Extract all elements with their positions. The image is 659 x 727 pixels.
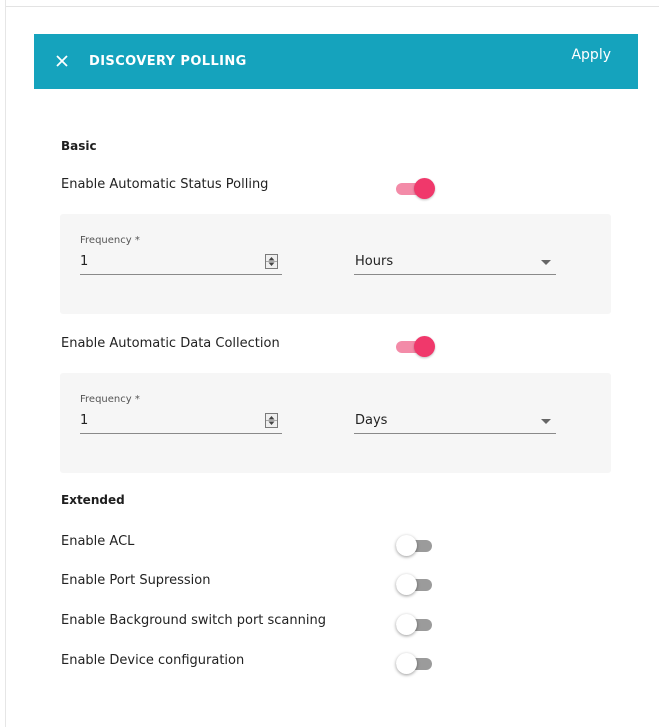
left-edge xyxy=(0,0,6,727)
status-polling-frequency-input[interactable]: 1 xyxy=(80,250,282,275)
section-title-basic: Basic xyxy=(61,139,97,153)
chevron-down-icon xyxy=(541,260,551,265)
frequency-stepper[interactable] xyxy=(265,254,278,269)
acl-label: Enable ACL xyxy=(61,534,135,549)
close-icon xyxy=(56,55,68,67)
toggle-thumb xyxy=(396,574,417,595)
toggle-thumb xyxy=(396,535,417,556)
close-button[interactable] xyxy=(52,51,72,71)
data-collection-unit-select[interactable]: Days xyxy=(354,409,556,434)
toggle-thumb xyxy=(396,614,417,635)
data-collection-frequency-panel: Frequency * 1 Days xyxy=(60,373,611,473)
status-polling-toggle[interactable] xyxy=(396,177,436,199)
stepper-arrows-icon xyxy=(266,416,277,425)
chevron-down-icon xyxy=(541,419,551,424)
background-scanning-label: Enable Background switch port scanning xyxy=(61,613,326,628)
frequency-value: 1 xyxy=(80,254,89,269)
dialog-header: DISCOVERY POLLING Apply xyxy=(34,34,638,89)
frequency-label: Frequency * xyxy=(80,235,140,246)
unit-value: Days xyxy=(355,413,388,428)
toggle-thumb xyxy=(414,178,435,199)
unit-value: Hours xyxy=(355,254,394,269)
frequency-label: Frequency * xyxy=(80,394,140,405)
status-polling-unit-select[interactable]: Hours xyxy=(354,250,556,275)
data-collection-toggle[interactable] xyxy=(396,335,436,357)
acl-toggle[interactable] xyxy=(396,534,436,556)
port-supression-toggle[interactable] xyxy=(396,573,436,595)
apply-button[interactable]: Apply xyxy=(571,47,611,63)
top-edge xyxy=(0,0,659,7)
port-supression-label: Enable Port Supression xyxy=(61,573,211,588)
section-title-extended: Extended xyxy=(61,493,125,507)
dialog-title: DISCOVERY POLLING xyxy=(89,54,247,69)
device-configuration-toggle[interactable] xyxy=(396,652,436,674)
status-polling-label: Enable Automatic Status Polling xyxy=(61,177,269,192)
toggle-thumb xyxy=(414,336,435,357)
toggle-thumb xyxy=(396,653,417,674)
data-collection-frequency-input[interactable]: 1 xyxy=(80,409,282,434)
device-configuration-label: Enable Device configuration xyxy=(61,653,245,668)
background-scanning-toggle[interactable] xyxy=(396,613,436,635)
data-collection-label: Enable Automatic Data Collection xyxy=(61,336,280,351)
status-polling-frequency-panel: Frequency * 1 Hours xyxy=(60,214,611,314)
frequency-value: 1 xyxy=(80,413,89,428)
frequency-stepper[interactable] xyxy=(265,413,278,428)
discovery-polling-dialog: DISCOVERY POLLING Apply Basic Enable Aut… xyxy=(0,0,659,727)
stepper-arrows-icon xyxy=(266,257,277,266)
